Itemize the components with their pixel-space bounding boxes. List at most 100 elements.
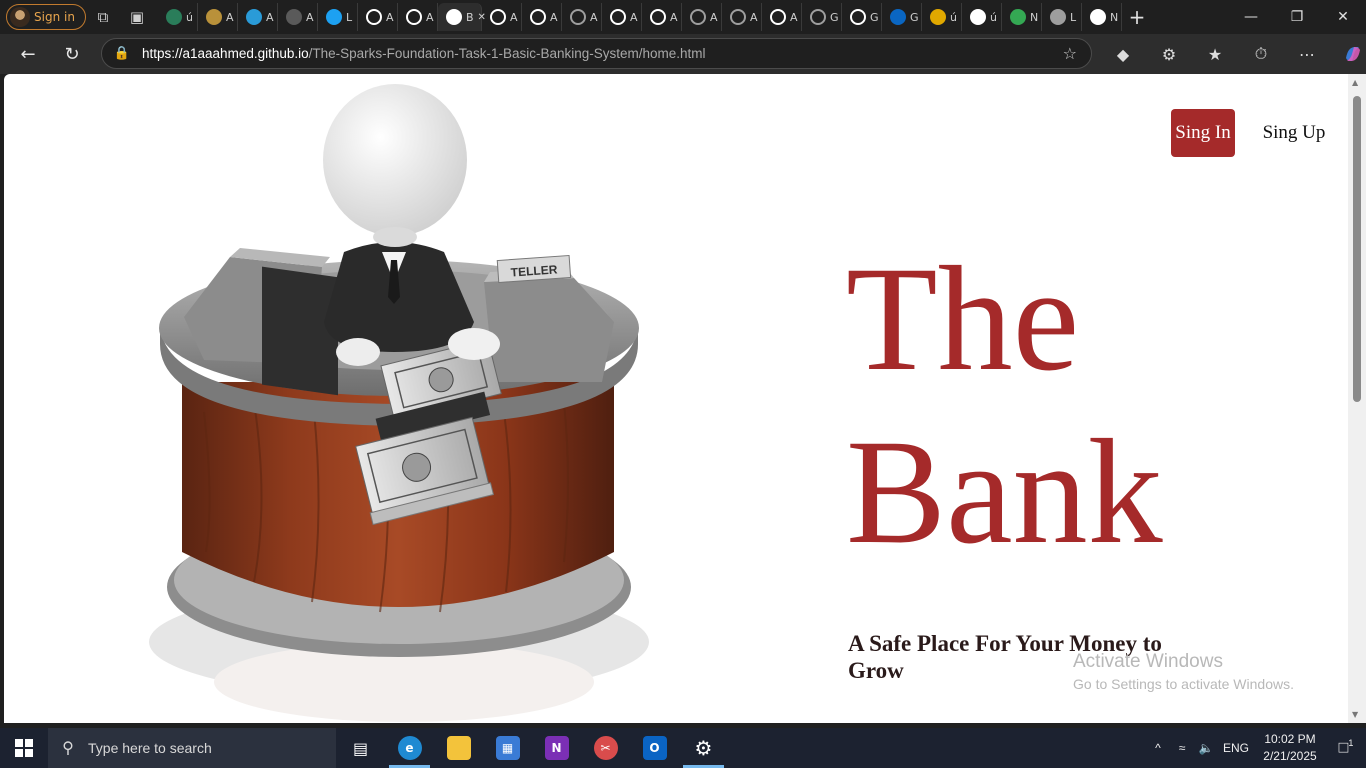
system-tray: ^ ≈ 🔈 ENG 10:02 PM 2/21/2025 □1 xyxy=(1146,728,1366,768)
more-menu-icon[interactable]: ⋯ xyxy=(1284,34,1330,74)
browser-tab[interactable]: A xyxy=(682,3,722,31)
url-path: /The-Sparks-Foundation-Task-1-Basic-Bank… xyxy=(308,46,706,61)
tab-label: G xyxy=(830,10,839,24)
browser-tab[interactable]: N xyxy=(1082,3,1122,31)
close-window-button[interactable]: ✕ xyxy=(1320,0,1366,34)
browser-toolbar: ← ↻ 🔒 https://a1aaahmed.github.io/The-Sp… xyxy=(0,34,1366,74)
browser-tab[interactable]: A xyxy=(522,3,562,31)
circle-blue-icon xyxy=(246,9,262,25)
scrollbar-thumb[interactable] xyxy=(1353,96,1361,402)
network-icon[interactable]: ≈ xyxy=(1170,741,1194,755)
browser-tab[interactable]: A xyxy=(602,3,642,31)
edge-icon: e xyxy=(397,736,422,760)
browser-tab[interactable]: A xyxy=(482,3,522,31)
url-text[interactable]: https://a1aaahmed.github.io/The-Sparks-F… xyxy=(142,46,706,61)
back-button[interactable]: ← xyxy=(6,34,50,74)
github-icon xyxy=(730,9,746,25)
tab-label: A xyxy=(670,10,678,24)
github-icon xyxy=(490,9,506,25)
page-scrollbar[interactable]: ▲ ▼ xyxy=(1348,74,1366,723)
browser-tab[interactable]: A xyxy=(358,3,398,31)
taskbar-app-settings[interactable]: ⚙ xyxy=(679,728,728,768)
refresh-button[interactable]: ↻ xyxy=(50,34,94,74)
favorites-icon[interactable]: ★ xyxy=(1192,34,1238,74)
browser-tab[interactable]: G xyxy=(882,3,922,31)
upwork-icon xyxy=(286,9,302,25)
copilot-icon[interactable] xyxy=(1330,34,1366,74)
lock-icon[interactable]: 🔒 xyxy=(102,46,142,61)
browser-tab[interactable]: ú xyxy=(922,3,962,31)
tab-label: A xyxy=(226,10,234,24)
generic-icon xyxy=(166,9,182,25)
address-bar[interactable]: 🔒 https://a1aaahmed.github.io/The-Sparks… xyxy=(101,38,1092,69)
favorite-star-icon[interactable]: ☆ xyxy=(1063,44,1077,63)
activation-watermark-subtitle: Go to Settings to activate Windows. xyxy=(1073,676,1294,692)
url-host: https://a1aaahmed.github.io xyxy=(142,46,309,61)
start-button[interactable] xyxy=(0,728,48,768)
task-view-button[interactable]: ▤ xyxy=(336,728,385,768)
browser-tab[interactable]: ú xyxy=(962,3,1002,31)
browser-tab[interactable]: A xyxy=(398,3,438,31)
clock[interactable]: 10:02 PM 2/21/2025 xyxy=(1254,731,1326,765)
number-five-icon xyxy=(930,9,946,25)
tab-label: A xyxy=(630,10,638,24)
notification-count: 1 xyxy=(1348,738,1354,749)
sign-up-button[interactable]: Sing Up xyxy=(1254,109,1334,157)
taskbar-app-edge[interactable]: e xyxy=(385,728,434,768)
taskbar-app-outlook[interactable]: O xyxy=(630,728,679,768)
profile-button[interactable]: Sign in xyxy=(6,4,86,30)
browser-tab[interactable]: N xyxy=(1002,3,1042,31)
extensions-puzzle-icon[interactable]: ⚙ xyxy=(1146,34,1192,74)
browser-tab[interactable]: A xyxy=(762,3,802,31)
toolbar-actions: ◆ ⚙ ★ ⏱ ⋯ xyxy=(1100,34,1366,74)
browser-tab[interactable]: A xyxy=(238,3,278,31)
browser-tab[interactable]: A xyxy=(198,3,238,31)
window-controls: — ❐ ✕ xyxy=(1228,0,1366,34)
github-icon xyxy=(366,9,382,25)
browser-tab[interactable]: ú xyxy=(158,3,198,31)
history-icon[interactable]: ⏱ xyxy=(1238,34,1284,74)
settings-gear-icon: ⚙ xyxy=(694,736,713,760)
extension-icon[interactable]: ◆ xyxy=(1100,34,1146,74)
notification-center-button[interactable]: □1 xyxy=(1326,738,1366,757)
sign-in-button[interactable]: Sing In xyxy=(1171,109,1235,157)
taskbar-app-file-explorer[interactable] xyxy=(434,728,483,768)
tab-strip: Sign in ⧉ ▣ ú A A A L A A B ✕ A A A A A A A A G G Gú ú N L N + … xyxy=(0,0,1366,34)
taskbar-app-store[interactable]: ▦ xyxy=(483,728,532,768)
tray-overflow-icon[interactable]: ^ xyxy=(1146,741,1170,755)
github-icon xyxy=(570,9,586,25)
browser-tab[interactable]: G xyxy=(802,3,842,31)
volume-icon[interactable]: 🔈 xyxy=(1194,741,1218,755)
scroll-up-arrow-icon[interactable]: ▲ xyxy=(1352,78,1358,87)
tab-label: A xyxy=(426,10,434,24)
taskbar-search-box[interactable]: ⚲ Type here to search xyxy=(48,728,336,768)
minimize-button[interactable]: — xyxy=(1228,0,1274,34)
browser-tab[interactable]: L xyxy=(318,3,358,31)
browser-tab[interactable]: A xyxy=(722,3,762,31)
search-icon: ⚲ xyxy=(62,740,74,757)
scroll-down-arrow-icon[interactable]: ▼ xyxy=(1352,710,1358,719)
page-title-line-2: Bank xyxy=(846,409,1163,575)
tab-label: G xyxy=(910,10,919,24)
drive-icon xyxy=(1010,9,1026,25)
store-icon: ▦ xyxy=(495,736,520,760)
workspaces-icon[interactable]: ⧉ xyxy=(86,0,120,34)
browser-tab[interactable]: A xyxy=(278,3,318,31)
taskbar-app-onenote[interactable]: N xyxy=(532,728,581,768)
browser-tab[interactable]: G xyxy=(842,3,882,31)
number-five-icon xyxy=(206,9,222,25)
linkedin-icon xyxy=(890,9,906,25)
browser-tab[interactable]: B ✕ xyxy=(438,3,486,31)
language-indicator[interactable]: ENG xyxy=(1218,741,1254,755)
taskbar-app-snipping[interactable]: ✂ xyxy=(581,728,630,768)
github-icon xyxy=(650,9,666,25)
tab-label: L xyxy=(346,10,353,24)
github-icon xyxy=(690,9,706,25)
tab-actions-icon[interactable]: ▣ xyxy=(120,0,154,34)
restore-button[interactable]: ❐ xyxy=(1274,0,1320,34)
browser-tab[interactable]: L xyxy=(1042,3,1082,31)
browser-tab[interactable]: A xyxy=(642,3,682,31)
browser-tab[interactable]: A xyxy=(562,3,602,31)
tab-label: ú xyxy=(950,10,957,24)
new-tab-button[interactable]: + xyxy=(1122,5,1152,29)
